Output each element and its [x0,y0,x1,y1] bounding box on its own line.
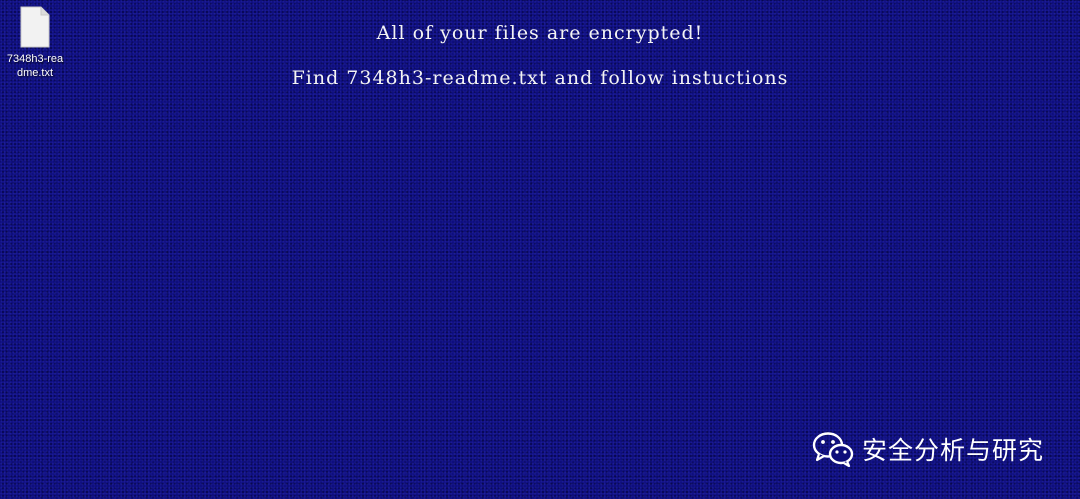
wechat-icon [812,432,854,467]
watermark: 安全分析与研究 [812,431,1044,467]
watermark-text: 安全分析与研究 [861,436,1044,465]
ransom-message-title: All of your files are encrypted! [376,22,704,44]
desktop[interactable]: { "desktop": { "background_color": "#0c0… [0,0,1080,499]
ransom-message-instructions: Find 7348h3-readme.txt and follow instuc… [291,67,789,89]
file-label-line1: 7348h3-rea [6,53,64,65]
